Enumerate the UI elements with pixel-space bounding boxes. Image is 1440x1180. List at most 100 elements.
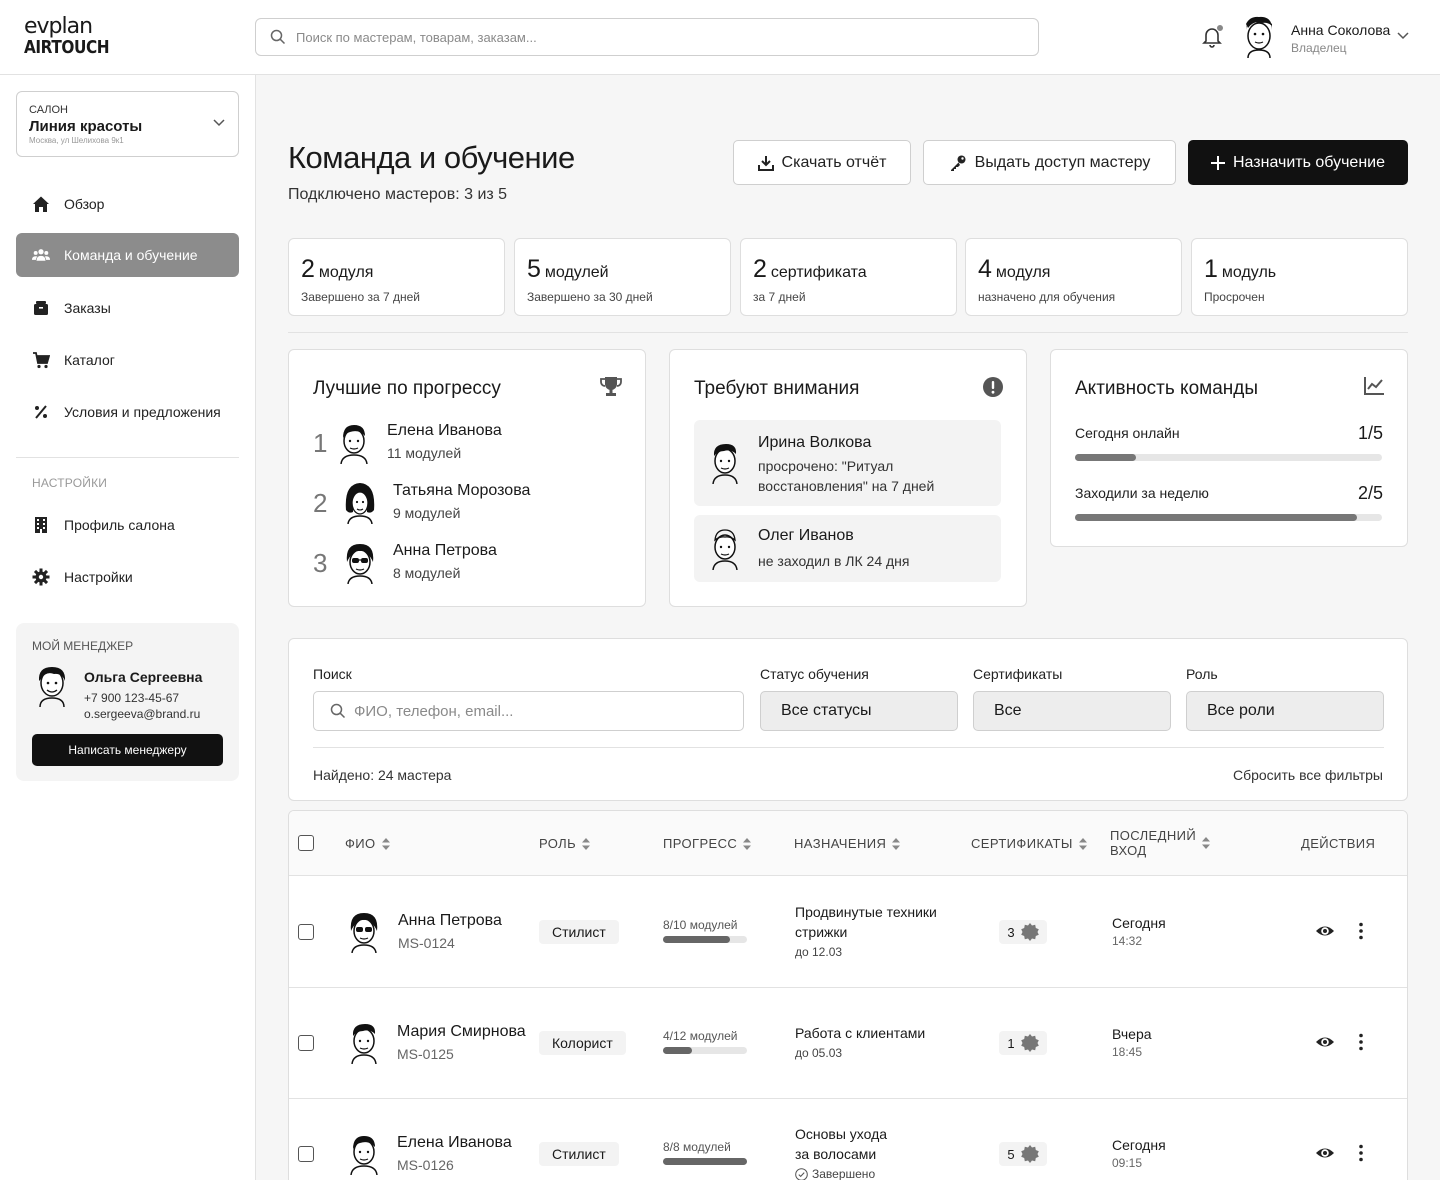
- select-all-checkbox[interactable]: [298, 835, 314, 851]
- role-badge: Колорист: [539, 1031, 626, 1055]
- cert-filter-select[interactable]: Все: [973, 691, 1171, 731]
- download-report-button[interactable]: Скачать отчёт: [733, 140, 911, 185]
- attention-name: Олег Иванов: [758, 527, 854, 544]
- notifications-button[interactable]: [1202, 24, 1224, 50]
- sidebar-item-orders[interactable]: Заказы: [16, 286, 239, 330]
- sidebar-item-overview[interactable]: Обзор: [16, 182, 239, 226]
- salon-label: САЛОН: [29, 104, 68, 116]
- column-header-last-login[interactable]: ПОСЛЕДНИЙ ВХОД: [1110, 828, 1211, 858]
- master-name[interactable]: Мария Смирнова: [397, 1023, 526, 1041]
- avatar: [345, 1131, 383, 1176]
- column-header-certificates[interactable]: СЕРТИФИКАТЫ: [971, 836, 1087, 851]
- activity-bar: [1075, 514, 1382, 521]
- column-header-progress[interactable]: ПРОГРЕСС: [663, 836, 752, 851]
- assign-training-button[interactable]: Назначить обучение: [1188, 140, 1408, 185]
- write-manager-button[interactable]: Написать менеджеру: [32, 734, 223, 766]
- sidebar-item-label: Заказы: [64, 300, 111, 316]
- search-icon: [270, 29, 286, 45]
- attention-item[interactable]: Олег Иванов не заходил в ЛК 24 дня: [694, 515, 1001, 582]
- manager-label: МОЙ МЕНЕДЖЕР: [32, 639, 134, 653]
- sidebar-item-team[interactable]: Команда и обучение: [16, 233, 239, 277]
- row-checkbox[interactable]: [298, 924, 314, 940]
- certificates-count: 3: [1007, 924, 1015, 940]
- reset-filters-link[interactable]: Сбросить все фильтры: [1233, 767, 1383, 783]
- attention-item[interactable]: Ирина Волкова просрочено: "Ритуал восста…: [694, 420, 1001, 506]
- table-row[interactable]: Елена Иванова MS-0126 Стилист 8/8 модуле…: [289, 1099, 1407, 1180]
- grant-access-button[interactable]: Выдать доступ мастеру: [923, 140, 1176, 185]
- sidebar-item-settings[interactable]: Настройки: [16, 555, 239, 599]
- sidebar-item-catalog[interactable]: Каталог: [16, 338, 239, 382]
- leader-row[interactable]: 2 Татьяна Морозова 9 модулей: [313, 480, 633, 528]
- eye-icon[interactable]: [1315, 1032, 1335, 1052]
- progress-bar-fill: [663, 1158, 747, 1165]
- stat-caption: Просрочен: [1204, 290, 1265, 304]
- more-icon[interactable]: [1351, 1032, 1371, 1052]
- sidebar-item-label: Профиль салона: [64, 517, 175, 533]
- sidebar-item-label: Каталог: [64, 352, 115, 368]
- master-id: MS-0124: [398, 935, 455, 951]
- stat-unit: модулей: [544, 264, 609, 281]
- stat-caption: назначено для обучения: [978, 290, 1116, 304]
- leader-row[interactable]: 3 Анна Петрова 8 модулей: [313, 540, 633, 588]
- avatar: [345, 1020, 383, 1065]
- column-header-assignments[interactable]: НАЗНАЧЕНИЯ: [794, 836, 901, 851]
- activity-title: Активность команды: [1075, 378, 1259, 399]
- chevron-down-icon[interactable]: [1396, 31, 1410, 41]
- stat-caption: Завершено за 30 дней: [527, 290, 653, 304]
- eye-icon[interactable]: [1315, 1143, 1335, 1163]
- gear-icon: [32, 568, 50, 586]
- stat-unit: модуля: [318, 264, 374, 281]
- master-search-input[interactable]: [354, 701, 734, 721]
- column-header-label: СЕРТИФИКАТЫ: [971, 836, 1073, 851]
- sidebar-item-salon-profile[interactable]: Профиль салона: [16, 503, 239, 547]
- attention-desc: не заходил в ЛК 24 дня: [758, 553, 910, 569]
- certificates-badge: 5: [999, 1142, 1047, 1166]
- progress-text: 4/12 модулей: [663, 1029, 738, 1043]
- role-filter-label: Роль: [1186, 666, 1218, 682]
- role-filter-select[interactable]: Все роли: [1186, 691, 1384, 731]
- global-search-input[interactable]: [296, 27, 1016, 47]
- certificates-count: 1: [1007, 1035, 1015, 1051]
- manager-email[interactable]: o.sergeeva@brand.ru: [84, 707, 200, 721]
- table-row[interactable]: Мария Смирнова MS-0125 Колорист 4/12 мод…: [289, 988, 1407, 1099]
- user-name: Анна Соколова: [1291, 22, 1391, 38]
- user-avatar[interactable]: [1240, 14, 1278, 59]
- sort-icon: [892, 837, 901, 850]
- row-checkbox[interactable]: [298, 1035, 314, 1051]
- key-icon: [950, 155, 966, 171]
- avatar: [335, 420, 373, 465]
- stat-unit: модуль: [1221, 264, 1277, 281]
- certificates-badge: 1: [999, 1031, 1047, 1055]
- progress-bar: [663, 1047, 747, 1054]
- assignment-line: Основы ухода: [795, 1126, 888, 1142]
- leader-modules: 8 модулей: [393, 565, 461, 581]
- stat-value: 4: [978, 255, 992, 283]
- salon-selector[interactable]: САЛОН Линия красоты Москва, ул Шелихова …: [16, 91, 239, 157]
- sort-icon: [1202, 837, 1211, 849]
- master-search[interactable]: [313, 691, 744, 731]
- manager-phone[interactable]: +7 900 123-45-67: [84, 691, 179, 705]
- results-count: Найдено: 24 мастера: [313, 767, 452, 783]
- leader-rank: 3: [313, 548, 328, 578]
- sidebar-item-offers[interactable]: Условия и предложения: [16, 390, 239, 434]
- eye-icon[interactable]: [1315, 921, 1335, 941]
- leader-row[interactable]: 1 Елена Иванова 11 модулей: [313, 420, 633, 468]
- table-row[interactable]: Анна Петрова MS-0124 Стилист 8/10 модуле…: [289, 877, 1407, 988]
- column-header-name[interactable]: ФИО: [345, 836, 390, 851]
- status-filter-select[interactable]: Все статусы: [760, 691, 958, 731]
- more-icon[interactable]: [1351, 921, 1371, 941]
- cart-icon: [32, 351, 50, 369]
- more-icon[interactable]: [1351, 1143, 1371, 1163]
- column-header-actions: ДЕЙСТВИЯ: [1301, 836, 1375, 851]
- logo-line-2: AIRTOUCH: [24, 37, 110, 58]
- column-header-label: ПРОГРЕСС: [663, 836, 738, 851]
- progress-bar-fill: [663, 1047, 692, 1054]
- page-title: Команда и обучение: [288, 140, 575, 175]
- global-search[interactable]: [255, 18, 1039, 56]
- sort-icon: [1078, 837, 1087, 850]
- master-name[interactable]: Елена Иванова: [397, 1134, 512, 1152]
- logo[interactable]: evplan AIRTOUCH: [24, 16, 110, 58]
- column-header-role[interactable]: РОЛЬ: [539, 836, 591, 851]
- master-name[interactable]: Анна Петрова: [398, 912, 502, 930]
- row-checkbox[interactable]: [298, 1146, 314, 1162]
